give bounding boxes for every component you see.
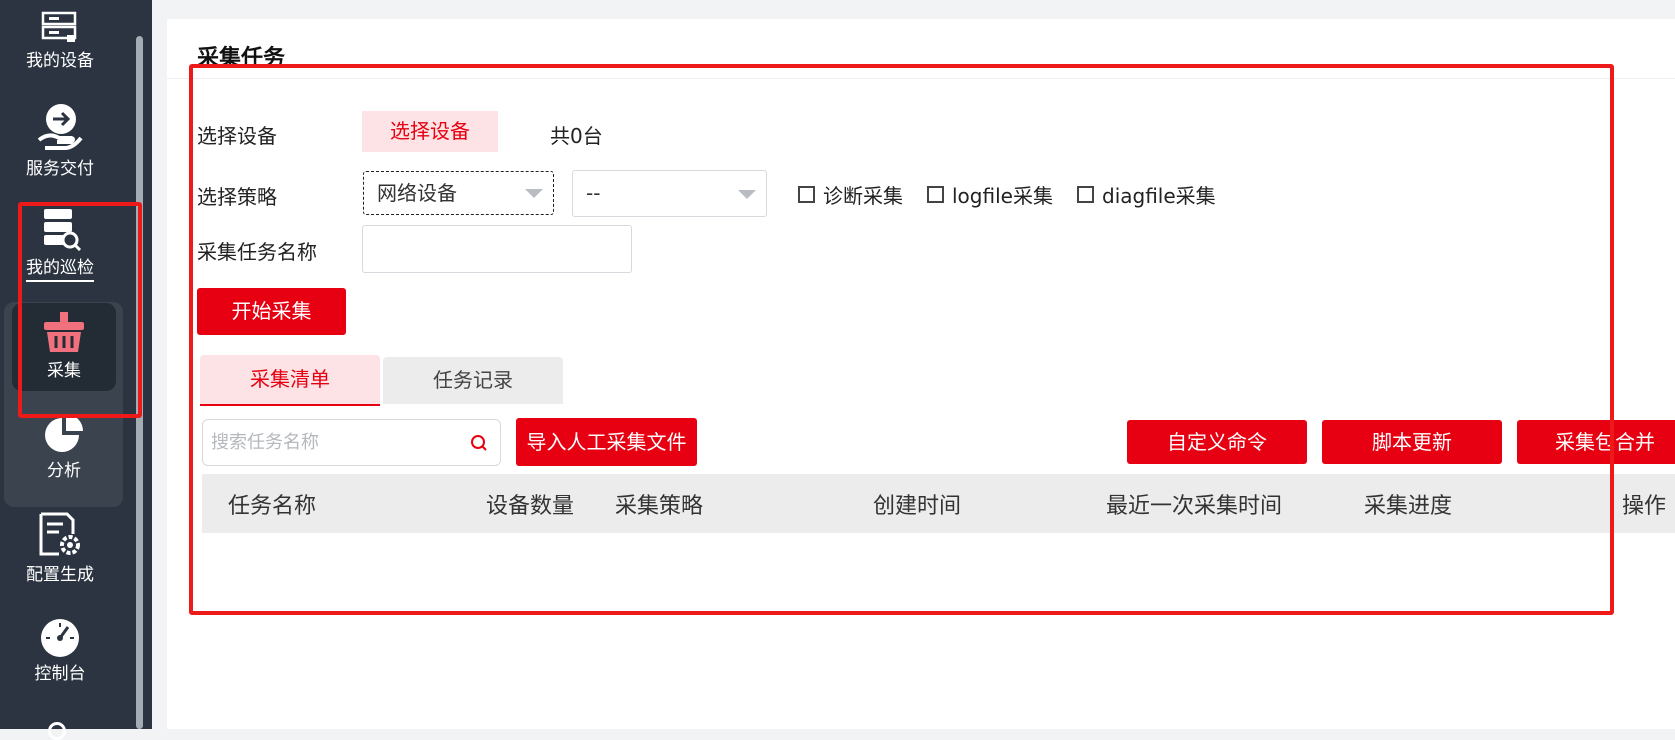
sidebar-item-config-generation[interactable]: 配置生成 <box>0 512 120 585</box>
sidebar-more-icon[interactable] <box>48 722 66 740</box>
sidebar-item-label: 分析 <box>47 461 81 481</box>
dashboard-gauge-icon <box>41 619 79 657</box>
server-icon <box>41 11 77 42</box>
sidebar-item-label: 服务交付 <box>26 159 94 179</box>
sidebar-item-analysis[interactable]: 分析 <box>4 414 124 481</box>
sidebar-item-label: 我的设备 <box>26 51 94 71</box>
sidebar-item-my-devices[interactable]: 我的设备 <box>0 10 120 71</box>
pie-chart-icon <box>45 414 83 452</box>
highlight-box-sidebar <box>18 202 142 418</box>
config-gear-icon <box>39 512 80 556</box>
column-header: 操作 <box>1622 494 1667 519</box>
sidebar-item-console[interactable]: 控制台 <box>0 617 120 684</box>
sidebar-item-service-delivery[interactable]: 服务交付 <box>0 102 120 179</box>
sidebar-item-label: 配置生成 <box>26 565 94 585</box>
service-delivery-icon <box>37 104 83 150</box>
sidebar-item-label: 控制台 <box>34 664 86 684</box>
highlight-box-main <box>189 64 1614 615</box>
